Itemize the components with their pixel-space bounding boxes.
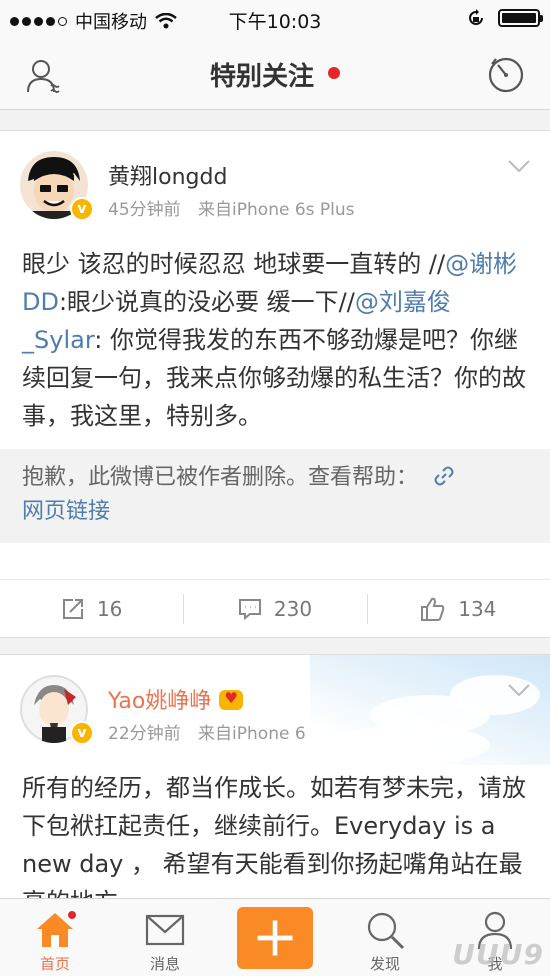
tab-messages[interactable]: 消息 [110,899,220,976]
tab-label: 发现 [369,955,400,973]
post-text-part: 眼少 该忍的时候忍忍 地球要一直转的 // [22,250,446,278]
web-link[interactable]: 网页链接 [22,499,110,524]
like-count: 134 [458,596,497,621]
chevron-down-icon[interactable] [508,683,530,697]
radar-icon[interactable] [486,54,526,94]
user-name[interactable]: Yao姚峥峥 [108,683,244,715]
deleted-repost-box: 抱歉，此微博已被作者删除。查看帮助： 网页链接 [0,449,550,543]
vip-icon [219,689,244,710]
status-right [466,8,543,28]
tab-discover[interactable]: 发现 [330,899,440,976]
nav-bar: 特别关注 [0,38,550,110]
message-icon [145,914,185,946]
thumbs-up-icon [421,597,445,621]
post-text-part: :眼少说真的没必要 缓一下// [58,288,355,316]
avatar[interactable]: v [20,151,94,221]
post-header: v Yao姚峥峥 22分钟前 来自iPhone 6 [0,655,550,745]
feed: v 黄翔longdd 45分钟前 来自iPhone 6s Plus 眼少 该忍的… [0,130,550,954]
page-title[interactable]: 特别关注 [0,56,550,93]
post-text: 眼少 该忍的时候忍忍 地球要一直转的 //@谢彬DD:眼少说真的没必要 缓一下/… [0,215,550,449]
home-badge [66,909,78,921]
tab-label: 首页 [39,955,70,973]
repost-button[interactable]: 16 [0,580,183,637]
discover-icon [367,912,405,950]
post-meta: 45分钟前 来自iPhone 6s Plus [108,195,355,220]
post-card[interactable]: v 黄翔longdd 45分钟前 来自iPhone 6s Plus 眼少 该忍的… [0,130,550,638]
post-text-part: : 你觉得我发的东西不够劲爆是吧？你继续回复一句，我来点你够劲爆的私生活？你的故… [22,326,526,430]
compose-button[interactable] [237,907,313,969]
link-icon [434,466,454,486]
user-name[interactable]: 黄翔longdd [108,159,227,191]
repost-count: 16 [96,596,123,621]
user-name-text: Yao姚峥峥 [108,689,212,714]
watermark: UUU9 [452,938,544,971]
battery-icon [498,9,543,27]
verified-badge: v [70,197,94,221]
post-actions: 16 230 134 [0,579,550,637]
post-source: 来自iPhone 6s Plus [198,200,355,220]
rotation-lock-icon [469,9,483,25]
unread-dot [328,67,340,79]
post-time: 45分钟前 [108,200,181,220]
chevron-down-icon[interactable] [508,159,530,173]
status-bar: 中国移动 下午10:03 [0,0,550,38]
comment-button[interactable]: 230 [183,580,366,637]
repost-icon [62,598,83,619]
plus-icon [257,920,293,956]
like-button[interactable]: 134 [366,580,550,637]
avatar[interactable]: v [20,675,94,745]
post-header: v 黄翔longdd 45分钟前 来自iPhone 6s Plus [0,131,550,221]
comment-icon [238,598,261,620]
tab-home[interactable]: 首页 [0,899,110,976]
comment-count: 230 [273,596,313,621]
deleted-notice: 抱歉，此微博已被作者删除。查看帮助： [22,465,419,490]
page-title-text: 特别关注 [209,62,314,92]
tab-label: 消息 [149,955,180,973]
tab-compose[interactable] [220,899,330,976]
